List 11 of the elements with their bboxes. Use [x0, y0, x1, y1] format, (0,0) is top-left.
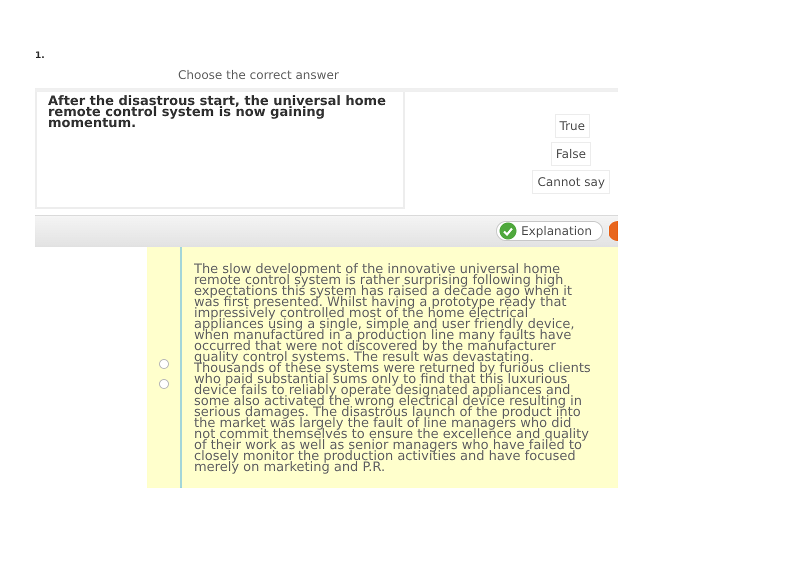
- check-icon: [499, 222, 518, 240]
- explanation-text: The slow development of the innovative universal home remote control system is rather surprising following high expectations this system has raised a decade ago when it was first presented. Whilst having a prototype ready that impressively controlled most of the home electrical appliances using a single, simple and user friendly device, when manufactured in a production line many faults have occurred that were not discovered by the manufacturer quality control systems. The result was devastating. Thousands of these systems were returned by furious clients who paid substantial sums only to find that this luxurious device fails to reliably operate designated appliances and some also activated the wrong electrical device resulting in serious damages. The disastrous launch of the product into the market was largely the fault of line managers who did not commit themselves to ensure the excellence and quality of their work as well as senior managers who have failed to closely monitor the production activities and have focused merely on marketing and P.R.: [194, 264, 592, 476]
- answer-option[interactable]: Cannot say: [532, 170, 610, 194]
- radio-button[interactable]: [158, 378, 168, 388]
- answer-option[interactable]: True: [554, 114, 590, 138]
- radio-button[interactable]: [158, 358, 168, 368]
- instruction-text: Choose the correct answer: [178, 66, 339, 84]
- explanation-button[interactable]: Explanation: [496, 221, 603, 241]
- question-number: 1.: [35, 50, 45, 63]
- answer-option[interactable]: False: [550, 142, 591, 166]
- question-statement: After the disastrous start, the universal home remote control system is now gaining momentum.: [48, 96, 387, 128]
